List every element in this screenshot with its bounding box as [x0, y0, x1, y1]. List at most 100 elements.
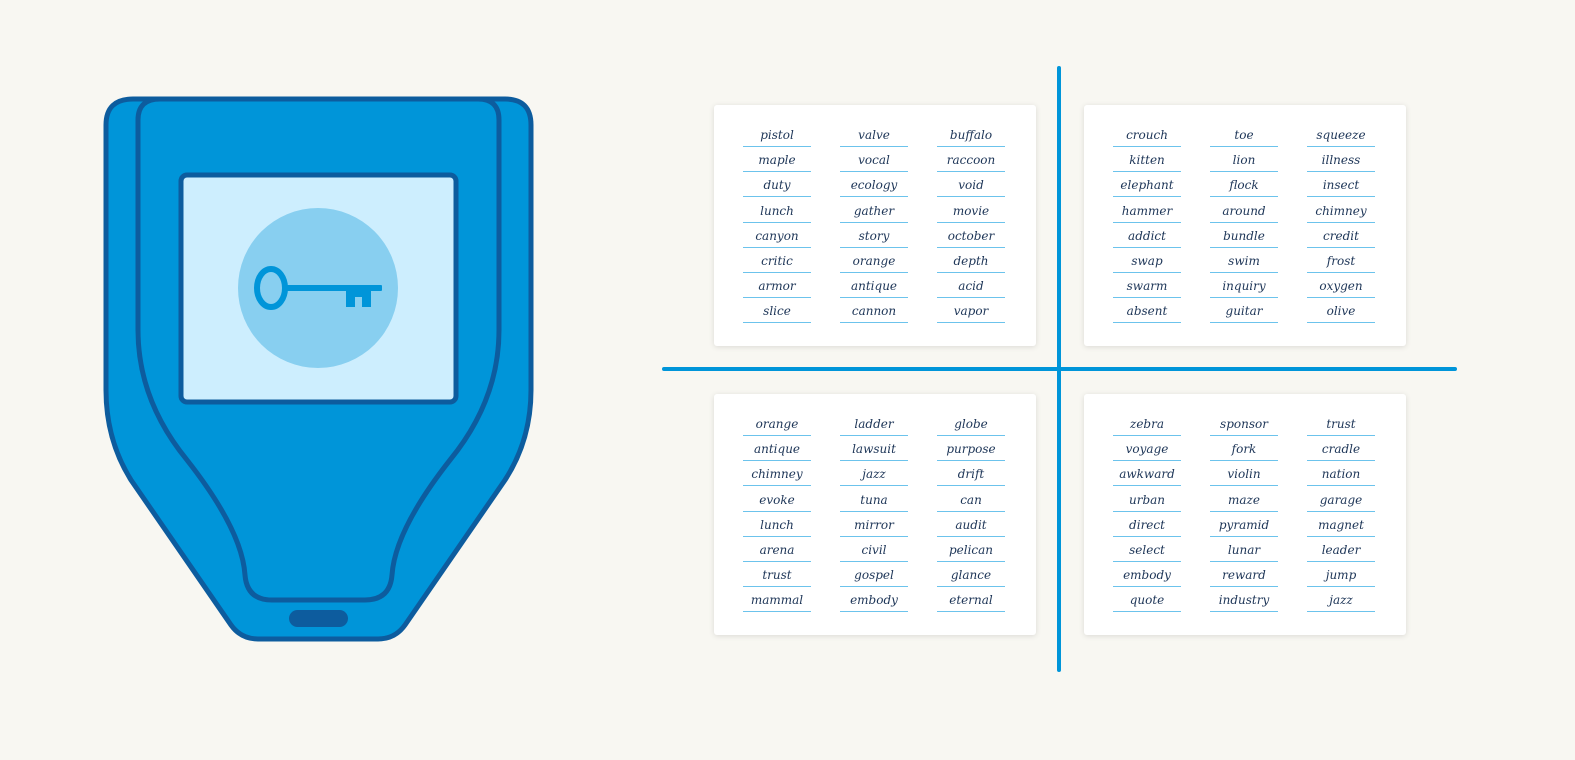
seed-word: vocal [840, 152, 908, 173]
seed-word: movie [937, 203, 1005, 223]
seed-word: olive [1307, 303, 1375, 324]
seed-word: swim [1210, 253, 1278, 273]
seed-word: pistol [743, 127, 811, 147]
seed-word: voyage [1113, 441, 1181, 462]
seed-word: urban [1113, 492, 1181, 512]
seed-word: can [937, 492, 1005, 512]
seed-word: awkward [1113, 466, 1181, 487]
seed-word: tuna [840, 492, 908, 512]
seed-word: depth [937, 253, 1005, 273]
seed-word: frost [1307, 253, 1375, 273]
seed-word: acid [937, 278, 1005, 299]
seed-word: jazz [1307, 592, 1375, 613]
seed-word: antique [840, 278, 908, 299]
seed-word: canyon [743, 228, 811, 248]
seed-phrase-card: orange ladder globe antique lawsuit purpose ch… [714, 394, 1036, 635]
seed-word: embody [1113, 567, 1181, 588]
seed-word: jump [1307, 567, 1375, 588]
seed-word: mammal [743, 592, 811, 613]
seed-word: addict [1113, 228, 1181, 248]
seed-word: cradle [1307, 441, 1375, 462]
seed-word: kitten [1113, 152, 1181, 173]
seed-word: pelican [937, 542, 1005, 562]
seed-word: guitar [1210, 303, 1278, 324]
seed-word: armor [743, 278, 811, 299]
seed-word: oxygen [1307, 278, 1375, 299]
seed-word: around [1210, 203, 1278, 223]
seed-word: audit [937, 517, 1005, 537]
seed-word: magnet [1307, 517, 1375, 537]
seed-word: october [937, 228, 1005, 248]
seed-word: hammer [1113, 203, 1181, 223]
seed-word: leader [1307, 542, 1375, 562]
seed-word: fork [1210, 441, 1278, 462]
seed-word: toe [1210, 127, 1278, 147]
seed-word: trust [1307, 416, 1375, 436]
seed-word: flock [1210, 177, 1278, 198]
seed-word: zebra [1113, 416, 1181, 436]
seed-word: ladder [840, 416, 908, 436]
seed-word: raccoon [937, 152, 1005, 173]
seed-word: globe [937, 416, 1005, 436]
horizontal-divider [662, 367, 1457, 371]
seed-word: lunch [743, 203, 811, 223]
seed-word: valve [840, 127, 908, 147]
seed-word: cannon [840, 303, 908, 324]
seed-word: maze [1210, 492, 1278, 512]
seed-phrase-card: pistol valve buffalo maple vocal raccoon duty e… [714, 105, 1036, 346]
seed-word: trust [743, 567, 811, 588]
seed-word: glance [937, 567, 1005, 588]
seed-word: ecology [840, 177, 908, 198]
seed-word: gospel [840, 567, 908, 588]
hardware-wallet-device [103, 96, 534, 642]
seed-word: crouch [1113, 127, 1181, 147]
seed-word: industry [1210, 592, 1278, 613]
seed-word: chimney [743, 466, 811, 487]
seed-word: orange [743, 416, 811, 436]
seed-word: lawsuit [840, 441, 908, 462]
seed-word: mirror [840, 517, 908, 537]
seed-word: absent [1113, 303, 1181, 324]
seed-word: drift [937, 466, 1005, 487]
device-button[interactable] [289, 610, 348, 627]
seed-phrase-card: zebra sponsor trust voyage fork cradle awkward… [1084, 394, 1406, 635]
seed-word: arena [743, 542, 811, 562]
seed-word: lion [1210, 152, 1278, 173]
seed-phrase-card: crouch toe squeeze kitten lion illness elephan… [1084, 105, 1406, 346]
seed-word: jazz [840, 466, 908, 487]
seed-word: chimney [1307, 203, 1375, 223]
seed-word: squeeze [1307, 127, 1375, 147]
seed-word: bundle [1210, 228, 1278, 248]
seed-word: slice [743, 303, 811, 324]
seed-word: void [937, 177, 1005, 198]
seed-word: evoke [743, 492, 811, 512]
seed-word: reward [1210, 567, 1278, 588]
seed-word: direct [1113, 517, 1181, 537]
seed-word: lunar [1210, 542, 1278, 562]
seed-word: lunch [743, 517, 811, 537]
seed-word: credit [1307, 228, 1375, 248]
seed-word: vapor [937, 303, 1005, 324]
seed-word: civil [840, 542, 908, 562]
seed-word: eternal [937, 592, 1005, 613]
seed-word: select [1113, 542, 1181, 562]
seed-word: critic [743, 253, 811, 273]
seed-word: illness [1307, 152, 1375, 173]
seed-word: embody [840, 592, 908, 613]
seed-word: antique [743, 441, 811, 462]
seed-word: gather [840, 203, 908, 223]
seed-word: pyramid [1210, 517, 1278, 537]
seed-word: buffalo [937, 127, 1005, 147]
seed-word: nation [1307, 466, 1375, 487]
seed-word: insect [1307, 177, 1375, 198]
seed-word: quote [1113, 592, 1181, 613]
seed-word: maple [743, 152, 811, 173]
seed-word: sponsor [1210, 416, 1278, 436]
seed-word: purpose [937, 441, 1005, 462]
seed-word: garage [1307, 492, 1375, 512]
seed-word: swap [1113, 253, 1181, 273]
seed-word: story [840, 228, 908, 248]
seed-word: elephant [1113, 177, 1181, 198]
seed-word: orange [840, 253, 908, 273]
seed-word: swarm [1113, 278, 1181, 299]
